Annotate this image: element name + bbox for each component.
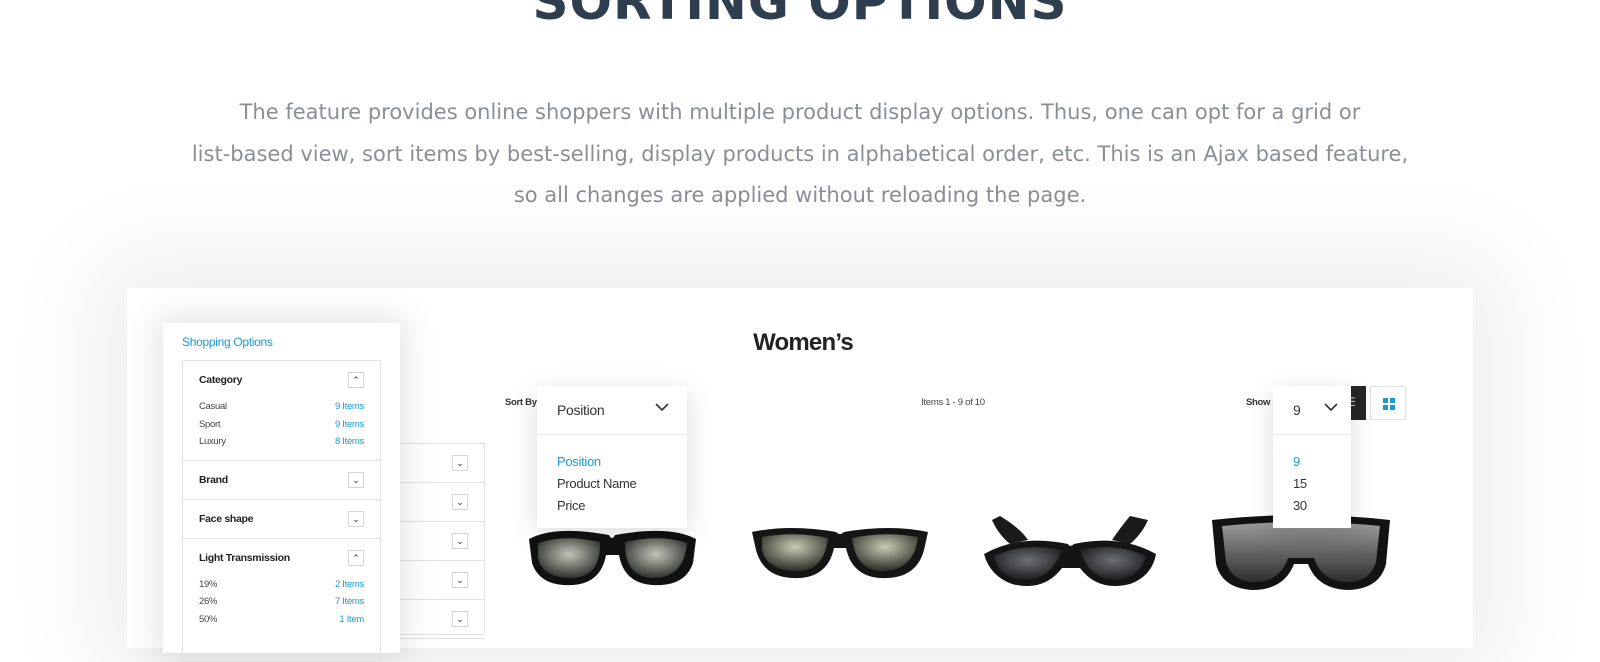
chevron-up-icon[interactable]: ⌃: [348, 549, 364, 566]
filter-option[interactable]: Luxury 8 Items: [183, 434, 380, 452]
background-filter-list: ⌄ ⌄ ⌄ ⌄ ⌄: [400, 443, 485, 639]
show-option-15[interactable]: 15: [1273, 473, 1351, 495]
show-limit-dropdown[interactable]: 9 9 15 30: [1273, 386, 1351, 528]
items-count: Items 1 - 9 of 10: [921, 397, 985, 408]
filter-item[interactable]: ⌄: [400, 600, 484, 639]
filter-option-name: 50%: [199, 613, 218, 625]
sort-option-position[interactable]: Position: [537, 451, 687, 473]
sort-by-select[interactable]: Position: [537, 386, 687, 435]
chevron-down-icon[interactable]: ⌄: [452, 494, 468, 510]
sort-option-price[interactable]: Price: [537, 495, 687, 517]
hero-title: SORTING OPTIONS: [532, 0, 1068, 31]
filter-label: Category: [199, 374, 243, 386]
chevron-down-icon[interactable]: ⌄: [452, 572, 468, 588]
filter-option[interactable]: Sport 9 Items: [183, 417, 380, 435]
chevron-down-icon: [654, 399, 670, 418]
product-image-sunglasses[interactable]: [980, 512, 1160, 597]
hero-description-line: The feature provides online shoppers wit…: [239, 100, 1361, 124]
hero-description-line: so all changes are applied without reloa…: [513, 183, 1087, 207]
hero-description: The feature provides online shoppers wit…: [190, 92, 1410, 217]
category-heading: Women’s: [753, 329, 854, 356]
filter-item[interactable]: ⌄: [400, 522, 484, 561]
filter-option[interactable]: 26% 7 Items: [183, 594, 380, 612]
filter-option-count: 9 Items: [334, 418, 364, 430]
chevron-up-icon[interactable]: ⌃: [348, 372, 364, 388]
filter-option-name: Casual: [199, 401, 227, 412]
chevron-down-icon: [1323, 399, 1339, 418]
sort-by-dropdown[interactable]: Position Position Product Name Price: [537, 386, 687, 528]
sort-by-selected-value: Position: [557, 402, 605, 418]
filter-list: Category ⌃ Casual 9 Items Sport 9 Items …: [182, 360, 381, 662]
filter-label: Face shape: [199, 512, 254, 525]
filter-option[interactable]: Casual 9 Items: [183, 399, 380, 417]
filter-option-name: Luxury: [199, 436, 226, 447]
filter-option-count: 2 Items: [334, 578, 364, 590]
chevron-down-icon[interactable]: ⌄: [348, 510, 364, 527]
chevron-down-icon[interactable]: ⌄: [452, 455, 468, 471]
shopping-options-panel: Shopping Options Category ⌃ Casual 9 Ite…: [163, 323, 400, 662]
show-option-9[interactable]: 9: [1273, 451, 1351, 473]
show-limit-selected-value: 9: [1293, 402, 1301, 418]
filter-option[interactable]: 19% 2 Items: [183, 577, 380, 595]
filter-header[interactable]: Light Transmission ⌃: [183, 539, 380, 577]
chevron-down-icon[interactable]: ⌄: [348, 471, 364, 488]
show-option-30[interactable]: 30: [1273, 495, 1351, 517]
show-limit-options-list: 9 15 30: [1273, 435, 1351, 517]
filter-light-transmission: Light Transmission ⌃ 19% 2 Items 26% 7 I…: [183, 539, 380, 630]
filter-item[interactable]: ⌄: [400, 444, 484, 483]
product-image-sunglasses[interactable]: [750, 522, 930, 588]
product-image-sunglasses[interactable]: [525, 525, 700, 595]
show-limit-select[interactable]: 9: [1273, 386, 1351, 435]
filter-face-shape: Face shape ⌄: [183, 500, 380, 539]
filter-option-name: Sport: [199, 418, 221, 430]
filter-item[interactable]: ⌄: [400, 561, 484, 600]
filter-option[interactable]: 50% 1 Item: [183, 612, 380, 630]
filter-option-count: 9 Items: [334, 401, 364, 412]
sort-by-label: Sort By: [505, 397, 537, 408]
filter-brand: Brand ⌄: [183, 461, 380, 500]
filter-category: Category ⌃ Casual 9 Items Sport 9 Items …: [183, 361, 380, 461]
sort-option-product-name[interactable]: Product Name: [537, 473, 687, 495]
filter-label: Light Transmission: [199, 551, 290, 564]
filter-label: Brand: [199, 473, 228, 486]
hero-description-line: list-based view, sort items by best-sell…: [191, 141, 1409, 166]
filter-option-name: 19%: [199, 578, 218, 590]
show-label: Show: [1246, 397, 1271, 408]
filter-header[interactable]: Brand ⌄: [183, 461, 380, 499]
shopping-options-title: Shopping Options: [182, 335, 273, 349]
sort-options-list: Position Product Name Price: [537, 435, 687, 517]
filter-option-name: 26%: [199, 596, 218, 607]
filter-header[interactable]: Face shape ⌄: [183, 500, 380, 538]
grid-view-button[interactable]: [1370, 386, 1406, 420]
chevron-down-icon[interactable]: ⌄: [452, 533, 468, 549]
filter-option-count: 1 Item: [339, 613, 364, 625]
filter-item[interactable]: ⌄: [400, 483, 484, 522]
filter-header[interactable]: Category ⌃: [183, 361, 380, 399]
filter-option-count: 7 Items: [334, 596, 364, 607]
filter-option-count: 8 Items: [334, 436, 364, 447]
